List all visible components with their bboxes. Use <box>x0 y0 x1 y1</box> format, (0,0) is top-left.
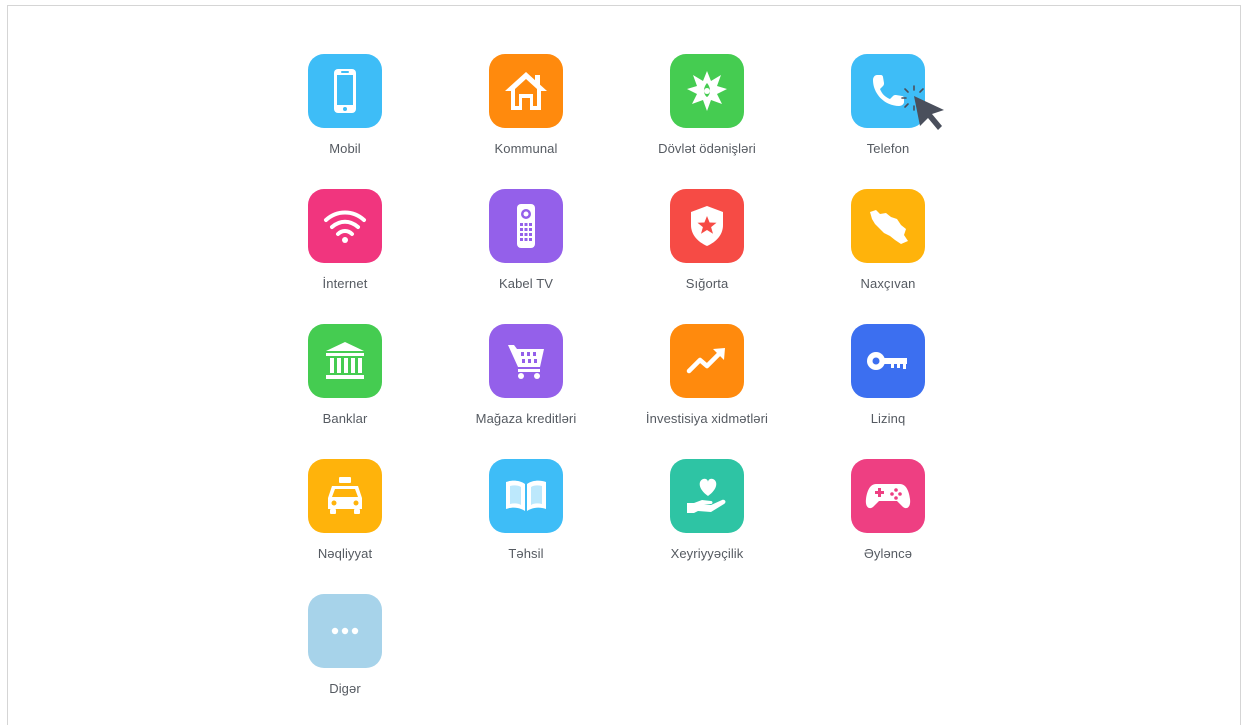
nakhchivan-map-icon <box>851 189 925 263</box>
bank-icon <box>308 324 382 398</box>
wifi-icon <box>308 189 382 263</box>
open-book-icon <box>489 459 563 533</box>
service-label: Əyləncə <box>863 546 913 561</box>
service-lizinq[interactable]: Lizinq <box>798 324 978 426</box>
emblem-icon <box>670 54 744 128</box>
service-tehsil[interactable]: Təhsil <box>436 459 616 561</box>
service-label: Sığorta <box>685 276 729 291</box>
heart-hand-icon <box>670 459 744 533</box>
service-sigorta[interactable]: Sığorta <box>617 189 797 291</box>
service-kommunal[interactable]: Kommunal <box>436 54 616 156</box>
service-banklar[interactable]: Banklar <box>255 324 435 426</box>
service-label: Digər <box>329 681 361 696</box>
shield-star-icon <box>670 189 744 263</box>
payments-panel: Mobil Kommunal Dövlət ödənişləri Telefon… <box>7 5 1241 725</box>
mobile-phone-icon <box>308 54 382 128</box>
key-icon <box>851 324 925 398</box>
service-label: Təhsil <box>508 546 544 561</box>
service-magaza-kreditleri[interactable]: Mağaza kreditləri <box>436 324 616 426</box>
service-label: Dövlət ödənişləri <box>658 141 756 156</box>
service-internet[interactable]: İnternet <box>255 189 435 291</box>
taxi-icon <box>308 459 382 533</box>
service-investisiya-xidmetleri[interactable]: İnvestisiya xidmətləri <box>617 324 797 426</box>
more-dots-icon <box>308 594 382 668</box>
service-neqliyyat[interactable]: Nəqliyyat <box>255 459 435 561</box>
shopping-cart-icon <box>489 324 563 398</box>
service-label: Kabel TV <box>498 276 554 291</box>
service-eylence[interactable]: Əyləncə <box>798 459 978 561</box>
service-label: Xeyriyyəçilik <box>670 546 744 561</box>
service-label: Mağaza kreditləri <box>475 411 577 426</box>
service-telefon[interactable]: Telefon <box>798 54 978 156</box>
service-label: Lizinq <box>870 411 906 426</box>
service-naxcivan[interactable]: Naxçıvan <box>798 189 978 291</box>
service-label: İnvestisiya xidmətləri <box>645 411 769 426</box>
service-label: Naxçıvan <box>860 276 916 291</box>
service-mobil[interactable]: Mobil <box>255 54 435 156</box>
service-label: Nəqliyyat <box>317 546 373 561</box>
service-diger[interactable]: Digər <box>255 594 435 696</box>
house-icon <box>489 54 563 128</box>
service-label: Kommunal <box>494 141 558 156</box>
service-xeyriyyecilik[interactable]: Xeyriyyəçilik <box>617 459 797 561</box>
service-label: Banklar <box>322 411 368 426</box>
trending-up-icon <box>670 324 744 398</box>
service-dovlet-odenisleri[interactable]: Dövlət ödənişləri <box>617 54 797 156</box>
service-label: İnternet <box>322 276 368 291</box>
telephone-icon <box>851 54 925 128</box>
service-label: Telefon <box>866 141 910 156</box>
remote-control-icon <box>489 189 563 263</box>
gamepad-icon <box>851 459 925 533</box>
service-label: Mobil <box>329 141 361 156</box>
service-kabel-tv[interactable]: Kabel TV <box>436 189 616 291</box>
